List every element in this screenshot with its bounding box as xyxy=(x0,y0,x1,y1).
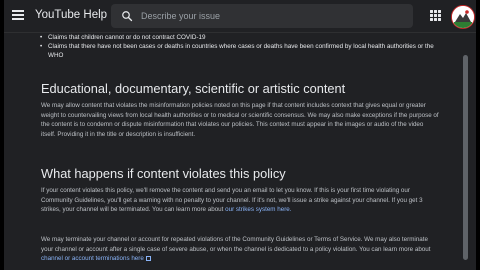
letterbox-right xyxy=(476,0,480,270)
external-link-icon xyxy=(145,255,151,261)
letterbox-left xyxy=(0,0,4,270)
account-terminations-link-text: channel or account terminations here xyxy=(41,255,144,262)
list-item: Claims that children cannot or do not co… xyxy=(40,33,440,42)
article-content: Claims that children cannot or do not co… xyxy=(30,33,440,262)
section-heading-violations: What happens if content violates this po… xyxy=(41,166,286,181)
page-scrollbar[interactable] xyxy=(462,33,470,265)
search-input[interactable] xyxy=(141,4,401,28)
help-page: YouTube Help Claims that children canno xyxy=(0,0,480,270)
top-app-bar: YouTube Help xyxy=(4,0,476,33)
search-icon[interactable] xyxy=(121,10,133,22)
search-box[interactable] xyxy=(111,4,413,28)
termination-text: We may terminate your channel or account… xyxy=(41,236,431,253)
educational-paragraph: We may allow content that violates the m… xyxy=(41,102,439,138)
scrollbar-thumb[interactable] xyxy=(463,55,468,260)
app-title[interactable]: YouTube Help xyxy=(35,9,107,21)
section-heading-educational: Educational, documentary, scientific or … xyxy=(41,81,346,96)
termination-paragraph: We may terminate your channel or account… xyxy=(41,235,439,264)
apps-grid-icon[interactable] xyxy=(430,10,441,21)
strikes-system-link[interactable]: our strikes system here. xyxy=(225,206,291,213)
hamburger-menu-icon[interactable] xyxy=(12,10,24,20)
avatar-image-icon xyxy=(452,6,474,28)
account-terminations-link[interactable]: channel or account terminations here xyxy=(41,255,151,262)
list-item: Claims that there have not been cases or… xyxy=(40,42,440,60)
policy-bullet-list: Claims that children cannot or do not co… xyxy=(30,33,440,60)
violation-paragraph: If your content violates this policy, we… xyxy=(41,186,439,215)
account-avatar[interactable] xyxy=(451,5,475,29)
